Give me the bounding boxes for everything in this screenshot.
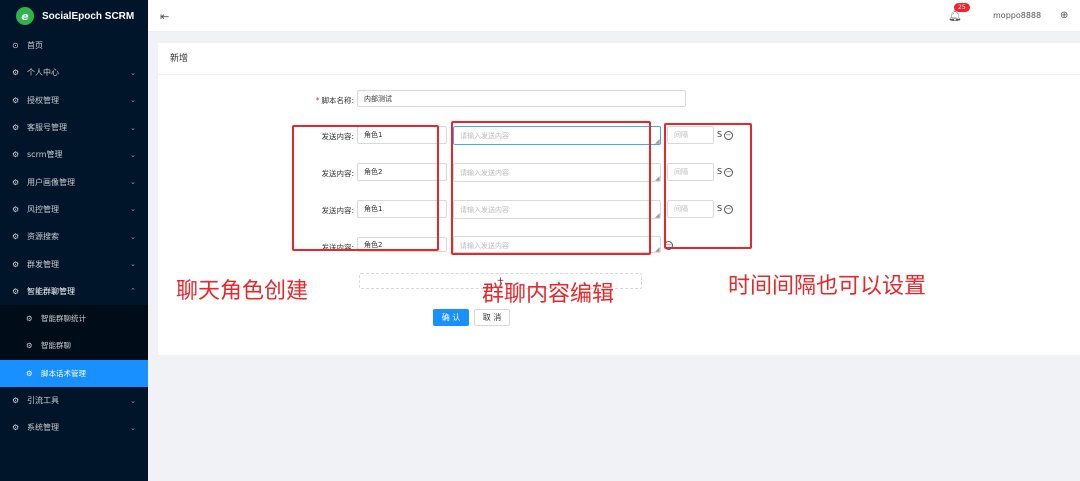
logo-icon: e (16, 7, 34, 25)
sidebar-item-label: 系统管理 (27, 423, 59, 433)
sidebar-menu: ⊙ 首页 ⚙ 个人中心 ⌄ ⚙ 授权管理 ⌄ ⚙ 客服号管理 ⌄ ⚙ scrm管… (0, 32, 148, 441)
gear-icon: ⚙ (26, 341, 33, 351)
sidebar-item-label: 脚本话术管理 (41, 368, 86, 378)
gear-icon: ⚙ (26, 368, 33, 378)
annotation-box-content (451, 121, 651, 255)
sidebar-item-user-profile[interactable]: ⚙ 用户画像管理 ⌄ (0, 168, 148, 195)
confirm-button[interactable]: 确 认 (433, 309, 469, 326)
sidebar-item-label: 客服号管理 (27, 123, 67, 133)
cancel-button[interactable]: 取 消 (474, 309, 510, 326)
sidebar-item-label: 授权管理 (27, 95, 59, 105)
sidebar-item-label: 风控管理 (27, 204, 59, 214)
sidebar-subitem-script[interactable]: ⚙ 脚本话术管理 (0, 359, 148, 387)
gear-icon: ⚙ (12, 204, 20, 214)
gear-icon: ⚙ (12, 123, 20, 133)
script-name-label-text: 脚本名称: (321, 96, 354, 105)
gear-icon: ⚙ (12, 68, 20, 78)
sidebar-item-label: 用户画像管理 (27, 177, 75, 187)
sidebar-item-auth[interactable]: ⚙ 授权管理 ⌄ (0, 87, 148, 114)
app-title: SocialEpoch SCRM (42, 10, 135, 22)
menu-collapse-icon[interactable]: ⇤ (160, 10, 169, 23)
sidebar-item-label: 首页 (27, 41, 43, 51)
sidebar-item-risk[interactable]: ⚙ 风控管理 ⌄ (0, 196, 148, 223)
sidebar-item-resource-search[interactable]: ⚙ 资源搜索 ⌄ (0, 223, 148, 250)
chevron-down-icon: ⌄ (130, 178, 136, 187)
sidebar-item-label: 群发管理 (27, 259, 59, 269)
annotation-box-roles (292, 125, 439, 251)
sidebar-item-home[interactable]: ⊙ 首页 (0, 32, 148, 59)
sidebar-item-broadcast[interactable]: ⚙ 群发管理 ⌄ (0, 250, 148, 277)
sidebar-item-traffic-tools[interactable]: ⚙ 引流工具 ⌄ (0, 387, 148, 414)
annotation-box-interval (664, 123, 752, 249)
sidebar-item-label: 智能群聊管理 (27, 286, 75, 296)
sidebar: e SocialEpoch SCRM ⊙ 首页 ⚙ 个人中心 ⌄ ⚙ 授权管理 … (0, 0, 148, 481)
sidebar-item-service-account[interactable]: ⚙ 客服号管理 ⌄ (0, 114, 148, 141)
chevron-down-icon: ⌄ (130, 260, 136, 269)
chevron-down-icon: ⌄ (130, 396, 136, 405)
top-header: ⇤ 🔔︎ 25 moppo8888 ⊕ (148, 0, 1080, 32)
home-icon: ⊙ (12, 41, 19, 51)
chevron-down-icon: ⌄ (130, 123, 136, 132)
gear-icon: ⚙ (26, 314, 33, 324)
sidebar-item-system[interactable]: ⚙ 系统管理 ⌄ (0, 414, 148, 441)
sidebar-item-label: 资源搜索 (27, 232, 59, 242)
chevron-down-icon: ⌄ (130, 232, 136, 241)
sidebar-item-label: 智能群聊 (41, 341, 71, 351)
gear-icon: ⚙ (12, 177, 20, 187)
globe-icon[interactable]: ⊕ (1060, 10, 1068, 21)
sidebar-item-scrm[interactable]: ⚙ scrm管理 ⌄ (0, 141, 148, 168)
annotation-roles-text: 聊天角色创建 (176, 279, 309, 304)
script-name-input[interactable]: 内部测试 (357, 90, 686, 107)
chevron-down-icon: ⌄ (130, 205, 136, 214)
chevron-up-icon: ⌃ (130, 287, 136, 296)
gear-icon: ⚙ (12, 259, 20, 269)
sidebar-item-label: 个人中心 (27, 68, 59, 78)
chevron-down-icon: ⌄ (130, 96, 136, 105)
sidebar-item-label: scrm管理 (27, 150, 63, 160)
submenu-smart-group: ⚙ 智能群聊统计 ⚙ 智能群聊 ⚙ 脚本话术管理 (0, 304, 148, 387)
chevron-down-icon: ⌄ (130, 423, 136, 432)
sidebar-item-smart-group[interactable]: ⚙ 智能群聊管理 ⌃ (0, 278, 148, 305)
chevron-down-icon: ⌄ (130, 68, 136, 77)
sidebar-item-profile[interactable]: ⚙ 个人中心 ⌄ (0, 59, 148, 86)
sidebar-subitem-group-stats[interactable]: ⚙ 智能群聊统计 (0, 305, 148, 332)
script-name-label: * 脚本名称: (274, 95, 354, 106)
gear-icon: ⚙ (12, 232, 20, 242)
gear-icon: ⚙ (12, 286, 20, 296)
gear-icon: ⚙ (12, 95, 20, 105)
chevron-down-icon: ⌄ (130, 150, 136, 159)
annotation-content-text: 群聊内容编辑 (482, 282, 615, 307)
annotation-interval-text: 时间间隔也可以设置 (728, 274, 927, 299)
notification-badge: 25 (954, 3, 970, 12)
sidebar-item-label: 智能群聊统计 (41, 314, 86, 324)
gear-icon: ⚙ (12, 423, 20, 433)
page-title: 新增 (158, 43, 1080, 75)
logo[interactable]: e SocialEpoch SCRM (0, 0, 148, 32)
sidebar-item-label: 引流工具 (27, 396, 59, 405)
gear-icon: ⚙ (12, 396, 20, 405)
required-mark: * (315, 96, 320, 105)
gear-icon: ⚙ (12, 150, 20, 160)
username[interactable]: moppo8888 (993, 11, 1041, 20)
sidebar-subitem-group-chat[interactable]: ⚙ 智能群聊 (0, 332, 148, 359)
